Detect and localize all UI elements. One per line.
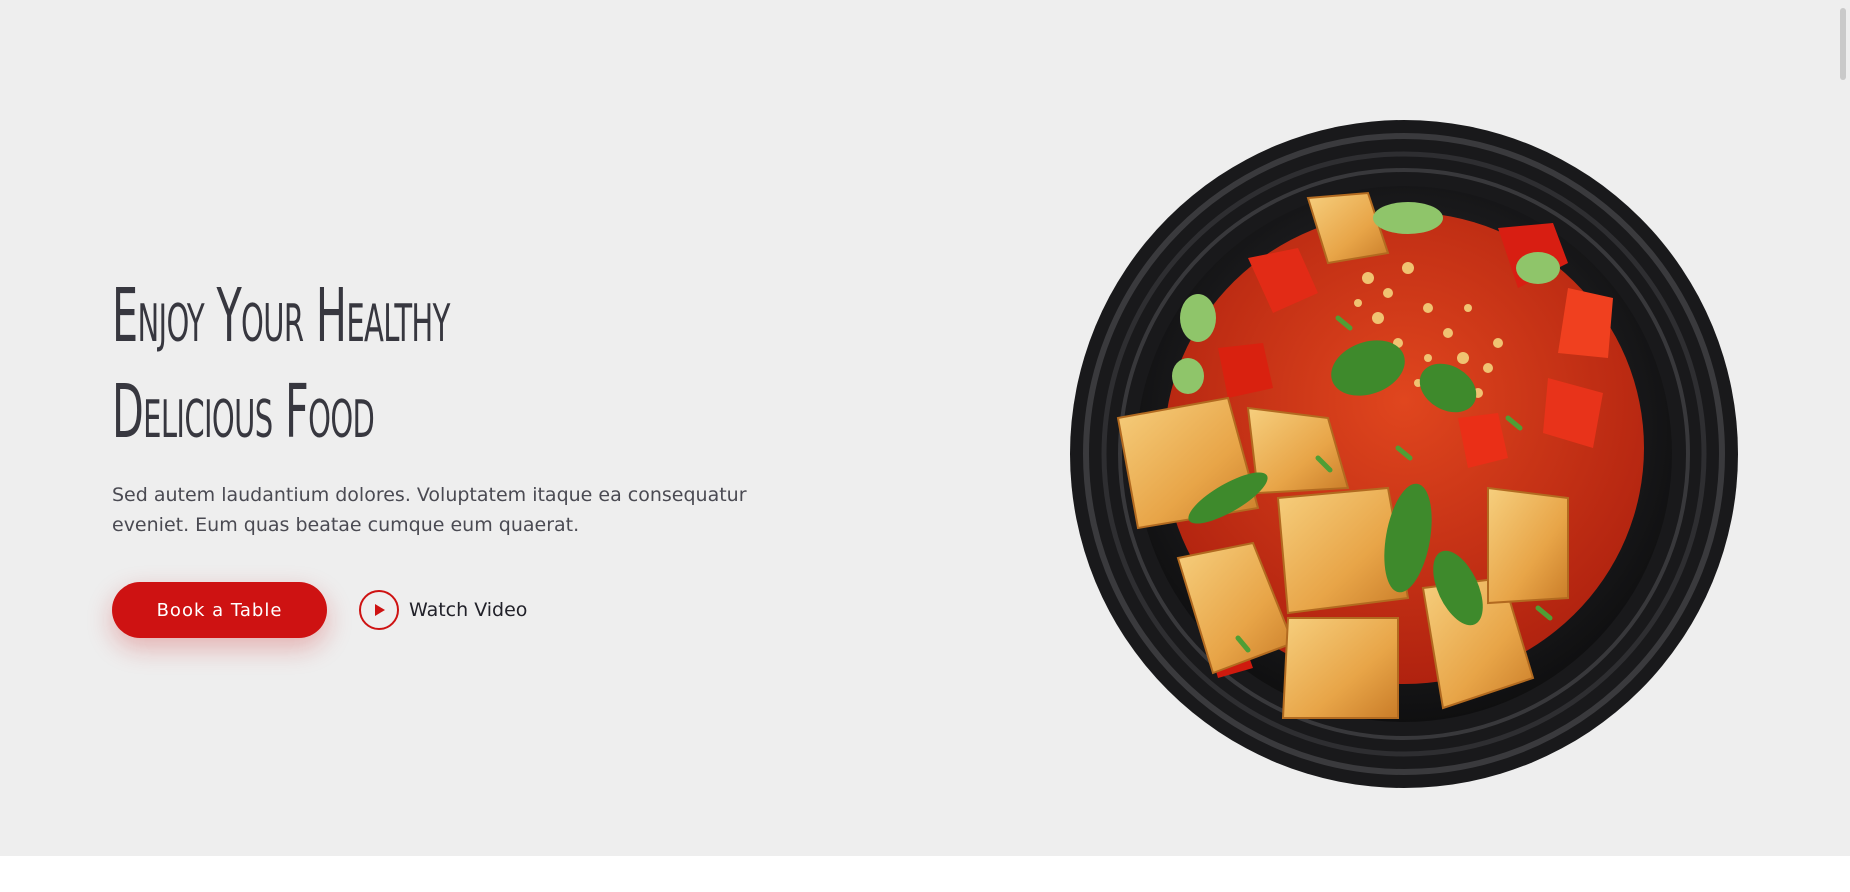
book-a-table-button[interactable]: Book a Table — [112, 582, 327, 638]
play-circle-icon — [359, 590, 399, 630]
scrollbar-thumb[interactable] — [1840, 8, 1846, 80]
watch-video-label: Watch Video — [409, 599, 528, 621]
hero-dish-image — [1070, 120, 1738, 788]
hero-section: Enjoy Your Healthy Delicious Food Sed au… — [0, 0, 1850, 856]
hero-actions: Book a Table Watch Video — [112, 582, 527, 638]
hero-description: Sed autem laudantium dolores. Voluptatem… — [112, 484, 747, 536]
page-scrollbar[interactable] — [1832, 0, 1850, 856]
hero-text-block: Enjoy Your Healthy Delicious Food Sed au… — [112, 268, 772, 540]
headline-line-2: Delicious Food — [112, 369, 375, 455]
watch-video-link[interactable]: Watch Video — [359, 590, 527, 630]
hero-headline: Enjoy Your Healthy Delicious Food — [112, 268, 720, 460]
headline-line-1: Enjoy Your Healthy — [112, 273, 450, 359]
